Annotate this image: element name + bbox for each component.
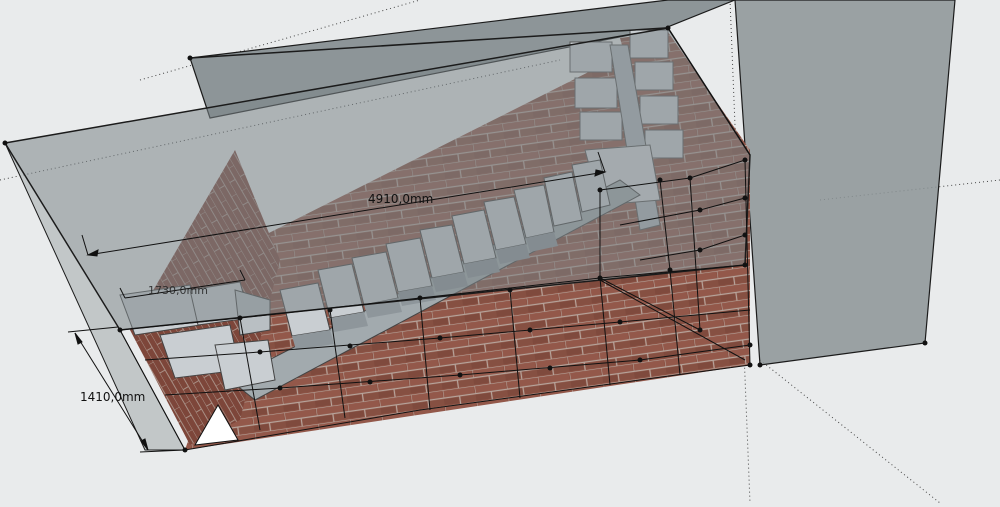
right-glass-wall[interactable] <box>734 0 956 366</box>
model-canvas: 4910,0mm 1410,0mm 1730,0mm <box>0 0 1000 504</box>
dimension-height-label: 1410,0mm <box>80 390 145 404</box>
dimension-length-label: 4910,0mm <box>368 192 433 206</box>
sketchup-viewport[interactable]: 4910,0mm 1410,0mm 1730,0mm <box>0 0 1000 504</box>
dimension-small-label: 1730,0mm <box>148 284 208 297</box>
